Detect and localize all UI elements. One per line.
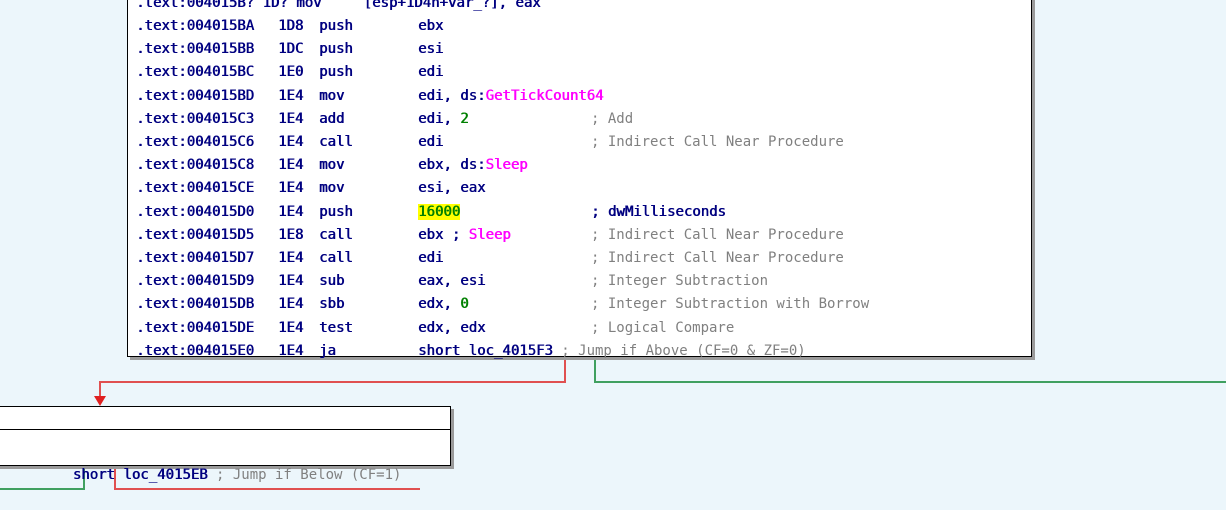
instruction-mnemonic[interactable]: ja [319, 340, 336, 363]
instruction-address[interactable]: .text:004015D7 [136, 247, 254, 270]
branch-instruction-row[interactable]: short loc_4015EB ; Jump if Below (CF=1) [39, 441, 402, 483]
stack-pointer-delta: 1E4 [278, 319, 304, 336]
instruction-operands[interactable]: ebx [418, 15, 443, 38]
instruction-comment: ; Indirect Call Near Procedure [591, 134, 844, 150]
stack-pointer-delta: 1E4 [278, 134, 304, 150]
stack-pointer-delta: 1E4 [278, 87, 304, 104]
operand-text[interactable]: edi [418, 134, 443, 150]
partial-row-text: .text:004015B? 1D? mov [esp+1D4h+var_?],… [136, 0, 541, 11]
operand-text[interactable]: esi, eax [418, 180, 485, 196]
operand-text[interactable]: ebx [418, 18, 443, 34]
instruction-operands[interactable]: edi [418, 61, 443, 84]
instruction-operands[interactable]: edi [418, 247, 443, 270]
instruction-comment: ; Integer Subtraction with Borrow [591, 296, 870, 313]
instruction-mnemonic[interactable]: push [319, 61, 353, 84]
instruction-operands[interactable]: eax, esi [418, 270, 485, 293]
operand-text[interactable]: edx, [418, 296, 460, 312]
stack-pointer-delta: 1E4 [278, 273, 304, 290]
operand-text[interactable]: ebx, ds: [418, 157, 485, 173]
operand-number[interactable]: 0 [460, 296, 468, 312]
stack-pointer-delta: 1E4 [278, 180, 304, 197]
instruction-address[interactable]: .text:004015BC [136, 61, 254, 84]
instruction-address[interactable]: .text:004015BA [136, 15, 254, 38]
instruction-address[interactable]: .text:004015DE [136, 317, 254, 340]
false-branch-arrowhead [94, 396, 106, 406]
instruction-mnemonic[interactable]: mov [319, 85, 344, 108]
instruction-address[interactable]: .text:004015C6 [136, 131, 254, 154]
instruction-comment: ; Logical Compare [591, 319, 735, 336]
operand-text[interactable]: edx, edx [418, 320, 485, 336]
instruction-comment: ; Indirect Call Near Procedure [591, 226, 844, 243]
operand-text[interactable]: esi [418, 41, 443, 57]
instruction-mnemonic[interactable]: sub [319, 270, 344, 293]
instruction-operands[interactable]: esi [418, 38, 443, 61]
stack-pointer-delta: 1E4 [278, 203, 304, 220]
stack-pointer-delta: 1E8 [278, 226, 304, 243]
instruction-operands[interactable]: edx, 0 [418, 293, 469, 316]
operand-text[interactable]: edi [418, 64, 443, 80]
operand-text[interactable]: eax, esi [418, 273, 485, 289]
instruction-operands[interactable]: 16000 [418, 201, 461, 224]
instruction-address[interactable]: .text:004015D5 [136, 224, 254, 247]
stack-pointer-delta: 1E4 [278, 110, 304, 127]
operand-text[interactable]: ebx ; [418, 227, 469, 243]
disassembly-node-branch[interactable]: short loc_4015EB ; Jump if Below (CF=1) [0, 406, 451, 483]
operand-text[interactable]: edi, [418, 111, 460, 127]
instruction-comment: ; Add [591, 110, 634, 127]
stack-pointer-delta: 1DC [278, 41, 304, 58]
instruction-mnemonic[interactable]: call [319, 247, 353, 270]
branch-node-header [0, 407, 450, 430]
instruction-operands[interactable]: edx, edx [418, 317, 485, 340]
disassembly-node-main[interactable]: .text:004015B? 1D? mov [esp+1D4h+var_?],… [127, 0, 1032, 359]
stack-pointer-delta: 1D8 [278, 18, 304, 34]
instruction-operands[interactable]: ebx, ds:Sleep [418, 154, 528, 177]
operand-text[interactable]: short loc_4015F3 [418, 343, 553, 359]
instruction-mnemonic[interactable]: mov [319, 177, 344, 200]
operand-highlighted-number[interactable]: 16000 [418, 203, 461, 220]
stack-pointer-delta: 1E4 [278, 250, 304, 266]
stack-pointer-delta: 1E4 [278, 157, 304, 174]
instruction-mnemonic[interactable]: call [319, 131, 353, 154]
instruction-operands[interactable]: ebx ; Sleep [418, 224, 511, 247]
instruction-address[interactable]: .text:004015C8 [136, 154, 254, 177]
instruction-operands[interactable]: edi [418, 131, 443, 154]
instruction-comment: ; Indirect Call Near Procedure [591, 250, 844, 266]
instruction-mnemonic[interactable]: sbb [319, 293, 344, 316]
api-reference[interactable]: GetTickCount64 [485, 88, 603, 104]
instruction-mnemonic[interactable]: mov [319, 154, 344, 177]
instruction-mnemonic[interactable]: test [319, 317, 353, 340]
partial-top-row: .text:004015B? 1D? mov [esp+1D4h+var_?],… [136, 0, 541, 15]
branch-comment: ; Jump if Below (CF=1) [207, 467, 402, 483]
instruction-address[interactable]: .text:004015E0 [136, 340, 254, 363]
stack-pointer-delta: 1E0 [278, 64, 304, 81]
instruction-mnemonic[interactable]: call [319, 224, 353, 247]
instruction-comment: ; Integer Subtraction [591, 273, 769, 290]
instruction-address[interactable]: .text:004015DB [136, 293, 254, 316]
instruction-mnemonic[interactable]: push [319, 38, 353, 61]
instruction-mnemonic[interactable]: push [319, 201, 353, 224]
api-reference[interactable]: Sleep [485, 157, 527, 173]
instruction-operands[interactable]: edi, ds:GetTickCount64 [418, 85, 603, 108]
instruction-address[interactable]: .text:004015C3 [136, 108, 254, 131]
instruction-operands[interactable]: short loc_4015F3 ; Jump if Above (CF=0 &… [418, 340, 806, 363]
instruction-mnemonic[interactable]: push [319, 15, 353, 38]
instruction-address[interactable]: .text:004015BB [136, 38, 254, 61]
instruction-operands[interactable]: edi, 2 [418, 108, 469, 131]
instruction-comment: ; dwMilliseconds [591, 203, 726, 220]
instruction-address[interactable]: .text:004015BD [136, 85, 254, 108]
instruction-address[interactable]: .text:004015D0 [136, 201, 254, 224]
false-branch-edge[interactable] [99, 357, 566, 398]
branch-instruction[interactable]: short loc_4015EB [73, 467, 208, 483]
operand-number[interactable]: 2 [460, 111, 468, 127]
operand-text[interactable]: edi [418, 250, 443, 266]
instruction-address[interactable]: .text:004015D9 [136, 270, 254, 293]
instruction-operands[interactable]: esi, eax [418, 177, 485, 200]
instruction-mnemonic[interactable]: add [319, 108, 344, 131]
instruction-comment: ; Jump if Above (CF=0 & ZF=0) [552, 342, 806, 359]
stack-pointer-delta: 1E4 [278, 296, 304, 313]
operand-text[interactable]: edi, ds: [418, 88, 485, 104]
api-reference[interactable]: Sleep [469, 227, 511, 243]
stack-pointer-delta: 1E4 [278, 342, 304, 359]
instruction-address[interactable]: .text:004015CE [136, 177, 254, 200]
